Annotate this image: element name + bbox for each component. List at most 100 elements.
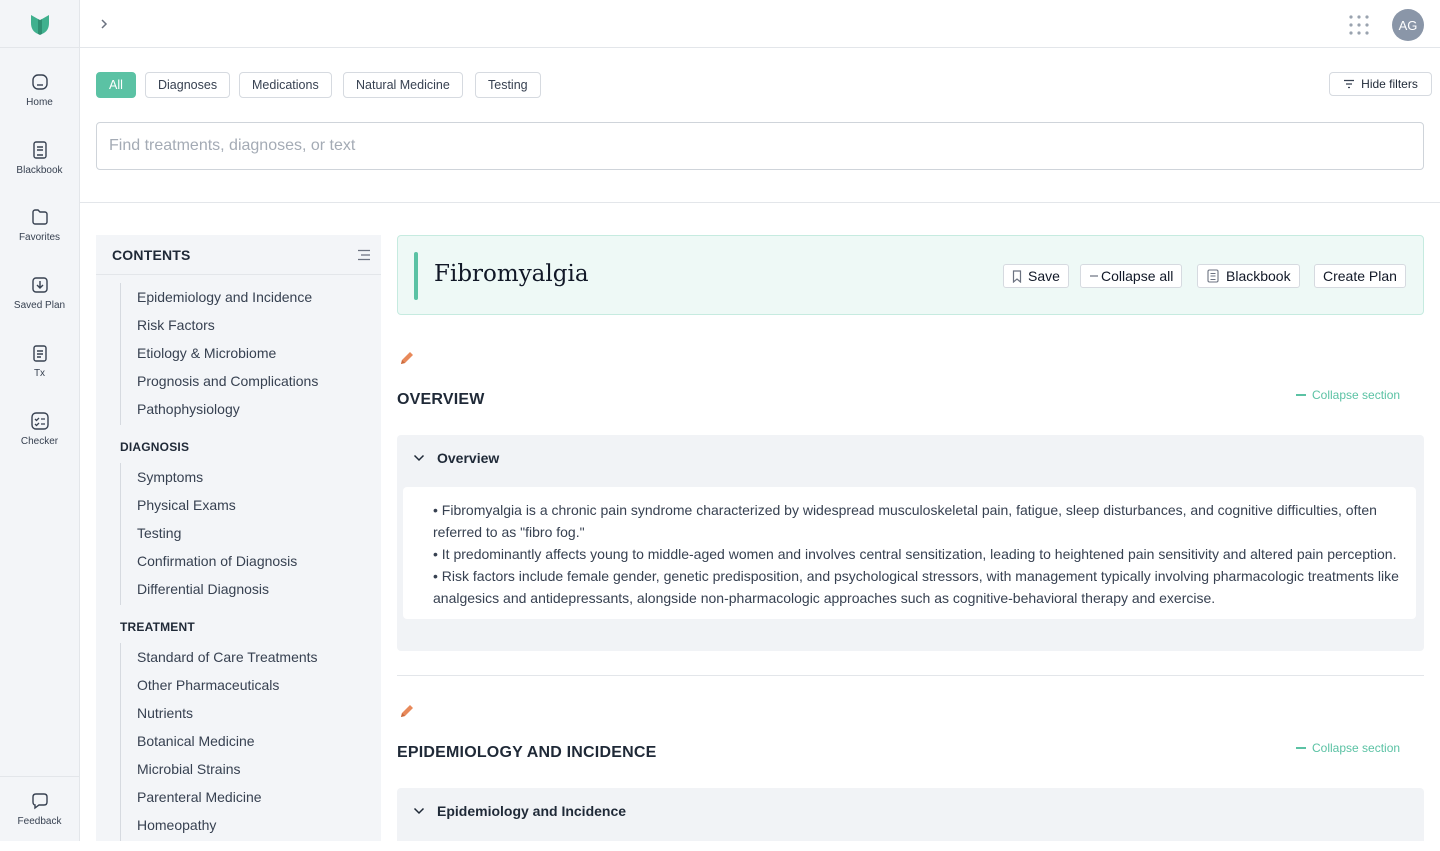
home-icon (31, 74, 48, 90)
expand-sidebar-button[interactable] (94, 14, 114, 34)
section-title-overview: OVERVIEW (397, 391, 485, 408)
toc-item[interactable]: Symptoms (137, 469, 203, 485)
collapse-section-label: Collapse section (1312, 741, 1401, 755)
pencil-icon[interactable] (398, 702, 416, 720)
overview-accordion-label: Overview (437, 450, 500, 466)
blackbook-label: Blackbook (1226, 268, 1291, 284)
hide-filters-label: Hide filters (1361, 77, 1418, 91)
logo-icon (30, 14, 49, 35)
contents-header: CONTENTS (96, 235, 381, 275)
chat-bubble-icon (31, 793, 48, 810)
toc-item[interactable]: Other Pharmaceuticals (137, 677, 279, 693)
collapse-all-button[interactable]: Collapse all (1080, 264, 1183, 288)
top-bar: AG (80, 0, 1440, 48)
clipboard-icon (32, 345, 47, 362)
create-plan-button[interactable]: Create Plan (1314, 264, 1406, 288)
list-menu-icon[interactable] (357, 249, 371, 261)
header-divider (80, 202, 1440, 203)
nav-saved-plan[interactable]: Saved Plan (0, 275, 79, 335)
nav-tx[interactable]: Tx (0, 343, 79, 403)
filter-chip-diagnoses[interactable]: Diagnoses (145, 72, 231, 98)
overview-accordion: Overview • Fibromyalgia is a chronic pai… (397, 435, 1424, 651)
blackbook-button[interactable]: Blackbook (1197, 264, 1300, 288)
toc-group-line (120, 643, 121, 841)
overview-content: • Fibromyalgia is a chronic pain syndrom… (403, 487, 1416, 619)
nav-feedback-label: Feedback (17, 816, 62, 827)
contents-panel: CONTENTS Epidemiology and Incidence Risk… (96, 235, 381, 841)
toc-group-line (120, 283, 121, 425)
toc-item[interactable]: Confirmation of Diagnosis (137, 553, 297, 569)
create-plan-label: Create Plan (1323, 268, 1397, 284)
filter-chip-all[interactable]: All (96, 72, 136, 98)
contents-title: CONTENTS (112, 246, 191, 263)
minus-icon (1296, 394, 1306, 396)
nav-blackbook[interactable]: Blackbook (0, 140, 79, 200)
nav-saved-plan-label: Saved Plan (13, 300, 66, 311)
epidemiology-accordion: Epidemiology and Incidence (397, 788, 1424, 841)
page-title: Fibromyalgia (434, 261, 589, 287)
overview-accordion-header[interactable]: Overview (397, 435, 1424, 481)
collapse-all-label: Collapse all (1101, 268, 1174, 284)
nav-favorites[interactable]: Favorites (0, 207, 79, 267)
toc-item[interactable]: Epidemiology and Incidence (137, 289, 312, 305)
rail-footer: Feedback (0, 776, 79, 841)
minus-icon (1296, 747, 1306, 749)
save-label: Save (1028, 268, 1060, 284)
book-icon (32, 141, 47, 159)
toc-item[interactable]: Differential Diagnosis (137, 581, 269, 597)
nav-home-label: Home (26, 97, 53, 108)
collapse-section-label: Collapse section (1312, 388, 1401, 402)
collapse-section-button[interactable]: Collapse section (1296, 388, 1400, 402)
minus-icon (1090, 275, 1098, 277)
saved-plan-icon (31, 277, 48, 293)
filter-chip-testing[interactable]: Testing (475, 72, 541, 98)
nav-tx-label: Tx (33, 368, 46, 379)
collapse-section-button[interactable]: Collapse section (1296, 741, 1400, 755)
nav-favorites-label: Favorites (18, 232, 61, 243)
toc-item[interactable]: Botanical Medicine (137, 733, 255, 749)
bookmark-icon (1012, 269, 1022, 283)
chevron-right-icon (101, 19, 108, 29)
nav-blackbook-label: Blackbook (16, 165, 63, 176)
toc-item[interactable]: Testing (137, 525, 181, 541)
filter-chip-natural-medicine[interactable]: Natural Medicine (343, 72, 463, 98)
toc-item[interactable]: Etiology & Microbiome (137, 345, 276, 361)
nav-checker[interactable]: Checker (0, 411, 79, 471)
overview-bullet: • It predominantly affects young to midd… (433, 546, 1397, 562)
apps-grid-button[interactable] (1348, 14, 1370, 36)
nav-feedback[interactable]: Feedback (0, 791, 79, 851)
toc-item[interactable]: Parenteral Medicine (137, 789, 262, 805)
toc-item[interactable]: Pathophysiology (137, 401, 240, 417)
title-card: Fibromyalgia Save Collapse all Blackbook… (397, 235, 1424, 315)
toc-item[interactable]: Homeopathy (137, 817, 216, 833)
filter-lines-icon (1344, 79, 1355, 89)
nav-home[interactable]: Home (0, 72, 79, 132)
hide-filters-button[interactable]: Hide filters (1329, 72, 1432, 96)
chevron-down-icon (413, 807, 425, 815)
checker-icon (30, 412, 49, 430)
epidemiology-accordion-label: Epidemiology and Incidence (437, 803, 627, 819)
save-button[interactable]: Save (1003, 264, 1069, 288)
toc-heading-treatment[interactable]: TREATMENT (120, 620, 195, 634)
chevron-down-icon (413, 454, 425, 462)
search-input[interactable] (96, 122, 1424, 170)
epidemiology-accordion-header[interactable]: Epidemiology and Incidence (397, 788, 1424, 834)
nav-checker-label: Checker (20, 436, 59, 447)
toc-heading-diagnosis[interactable]: DIAGNOSIS (120, 440, 189, 454)
filter-chip-medications[interactable]: Medications (239, 72, 332, 98)
toc-item[interactable]: Risk Factors (137, 317, 215, 333)
toc-item[interactable]: Standard of Care Treatments (137, 649, 318, 665)
section-title-epidemiology: EPIDEMIOLOGY AND INCIDENCE (397, 744, 657, 761)
toc-item[interactable]: Nutrients (137, 705, 193, 721)
pencil-icon[interactable] (398, 349, 416, 367)
toc-group-line (120, 463, 121, 605)
app-logo[interactable] (0, 0, 79, 48)
toc-item[interactable]: Physical Exams (137, 497, 236, 513)
toc-item[interactable]: Microbial Strains (137, 761, 240, 777)
side-nav: Home Blackbook Favorites Saved Plan Tx C… (0, 0, 80, 841)
overview-bullet: • Risk factors include female gender, ge… (433, 568, 1399, 606)
user-avatar[interactable]: AG (1392, 9, 1424, 41)
book-icon (1207, 269, 1219, 283)
toc-item[interactable]: Prognosis and Complications (137, 373, 318, 389)
grid-dots-icon (1349, 15, 1369, 35)
